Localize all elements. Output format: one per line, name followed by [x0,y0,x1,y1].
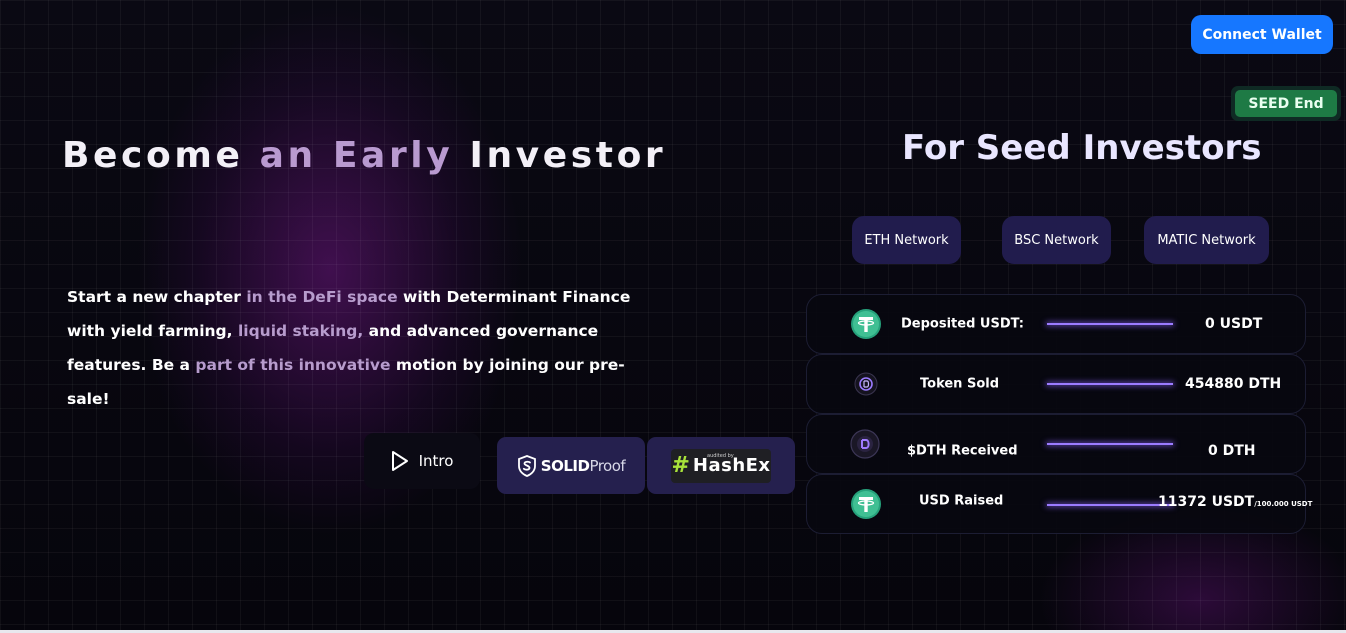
solidproof-audit-badge[interactable]: SOLIDProof [497,437,645,494]
stat-dth-received: $DTH Received 0 DTH [806,414,1306,474]
hero-title-part-1: Become [62,135,244,176]
hashex-audit-badge[interactable]: audited by # HashEx [647,437,795,494]
solidproof-shield-icon [517,454,536,477]
stat-divider-line [1047,323,1173,325]
eth-network-button[interactable]: ETH Network [852,216,961,264]
stat-divider-line [1047,383,1173,385]
hero-desc-part-2: in the DeFi space [246,288,398,306]
stat-value: 0 DTH [1208,443,1256,459]
matic-network-button[interactable]: MATIC Network [1144,216,1269,264]
usdt-icon [851,309,881,339]
hero-title-part-2: an Early [259,135,454,176]
solidproof-bold-text: SOLID [540,456,590,475]
seed-investors-title: For Seed Investors [902,128,1262,168]
stat-usd-raised: USD Raised 11372 USDT/100.000 USDT [806,474,1312,534]
stat-divider-line [1047,443,1173,445]
stat-value: 454880 DTH [1185,376,1282,392]
hero-description: Start a new chapter in the DeFi space wi… [67,280,637,416]
stat-label: $DTH Received [907,443,1018,459]
seed-status-label: SEED End [1235,90,1337,117]
hero-desc-part-1: Start a new chapter [67,288,247,306]
usd-raised-target: /100.000 USDT [1254,500,1313,508]
solidproof-light-text: Proof [589,456,626,475]
stat-divider-line [1047,504,1173,506]
hero-title-part-3: Investor [469,135,667,176]
hashex-hash-icon: # [671,453,690,478]
hashex-logo: audited by # HashEx [671,448,771,483]
stat-label: Deposited USDT: [901,316,1024,332]
stat-value: 11372 USDT/100.000 USDT [1158,494,1312,510]
hashex-audited-by: audited by [707,452,734,459]
intro-label: Intro [418,452,454,470]
usd-raised-amount: 11372 USDT [1158,494,1255,510]
stat-token-sold: Token Sold 454880 DTH [806,354,1306,414]
dth-token-icon [854,372,878,396]
stat-value: 0 USDT [1205,316,1263,332]
stat-deposited-usdt: Deposited USDT: 0 USDT [806,294,1306,354]
hero-desc-part-6: part of this innovative [195,356,391,374]
stat-label: USD Raised [919,493,1004,509]
play-icon [391,451,408,471]
hero-desc-part-4: liquid staking, [237,322,364,340]
solidproof-logo: SOLIDProof [517,454,626,477]
stat-label: Token Sold [920,376,1000,392]
seed-status-badge: SEED End [1231,86,1341,121]
usdt-icon [851,489,881,519]
connect-wallet-button[interactable]: Connect Wallet [1191,15,1333,54]
bsc-network-button[interactable]: BSC Network [1002,216,1111,264]
dth-coin-icon [850,429,880,459]
intro-video-button[interactable]: Intro [364,433,480,489]
hero-title: Become an Early Investor [62,135,666,176]
